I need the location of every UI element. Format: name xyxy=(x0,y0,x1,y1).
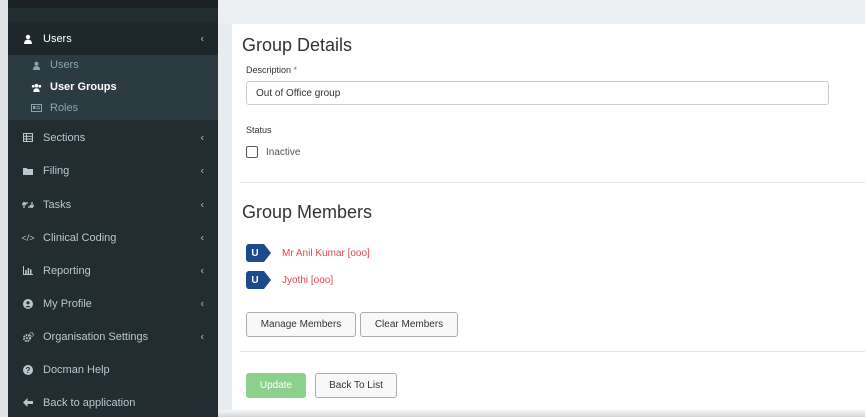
group-members-title: Group Members xyxy=(242,202,373,222)
sidebar-item-label: Tasks xyxy=(43,198,72,211)
chevron-left-icon: ‹ xyxy=(200,33,204,44)
inactive-label: Inactive xyxy=(266,146,301,158)
update-button[interactable]: Update xyxy=(246,373,306,398)
id-card-icon xyxy=(30,104,42,112)
sidebar-item-filing[interactable]: Filing ‹ xyxy=(8,154,218,187)
sidebar-item-label: Clinical Coding xyxy=(43,231,117,244)
back-to-list-button[interactable]: Back To List xyxy=(315,373,397,398)
sidebar-item-organisation-settings[interactable]: Organisation Settings ‹ xyxy=(8,320,218,353)
submenu-item-label: Roles xyxy=(50,102,79,114)
sidebar-item-clinical-coding[interactable]: </> Clinical Coding ‹ xyxy=(8,221,218,254)
sidebar-item-docman-help[interactable]: ? Docman Help xyxy=(8,353,218,386)
sidebar-item-my-profile[interactable]: My Profile ‹ xyxy=(8,287,218,320)
sidebar-item-label: My Profile xyxy=(43,297,92,310)
chevron-left-icon: ‹ xyxy=(200,331,204,342)
bottom-edge xyxy=(218,410,865,417)
sidebar-item-tasks[interactable]: Tasks ‹ xyxy=(8,188,218,221)
chevron-left-icon: ‹ xyxy=(200,265,204,276)
bar-chart-icon xyxy=(22,266,34,275)
top-header-strip xyxy=(218,0,865,24)
sidebar-item-label: Filing xyxy=(43,164,70,177)
member-item: U Mr Anil Kumar [ooo] xyxy=(246,244,370,262)
main-content-panel: Group Details Description * Status Inact… xyxy=(232,24,865,417)
sidebar: Users ‹ Users User Groups Roles Sections… xyxy=(8,0,218,417)
submenu-item-label: User Groups xyxy=(50,81,117,93)
chevron-left-icon: ‹ xyxy=(200,232,204,243)
table-icon xyxy=(22,133,34,142)
chevron-left-icon: ‹ xyxy=(200,298,204,309)
question-circle-icon: ? xyxy=(22,364,34,375)
sidebar-item-label: Sections xyxy=(43,131,86,144)
user-type-badge: U xyxy=(246,244,272,262)
clear-members-button[interactable]: Clear Members xyxy=(360,312,458,337)
sidebar-item-label: Reporting xyxy=(43,264,91,277)
group-details-title: Group Details xyxy=(242,35,353,55)
user-icon xyxy=(30,61,42,70)
member-link[interactable]: Jyothi [ooo] xyxy=(282,275,333,286)
user-type-badge: U xyxy=(246,271,272,289)
arrow-left-icon xyxy=(22,398,34,407)
sidebar-item-label: Users xyxy=(43,32,72,45)
chevron-left-icon: ‹ xyxy=(200,132,204,143)
code-icon: </> xyxy=(21,232,35,243)
submenu-item-label: Users xyxy=(50,59,79,71)
sidebar-gutter: Users ‹ Users User Groups Roles Sections… xyxy=(0,0,218,417)
sidebar-item-users[interactable]: Users ‹ xyxy=(8,22,218,55)
sidebar-item-label: Organisation Settings xyxy=(43,330,149,343)
submenu-item-users[interactable]: Users xyxy=(8,57,218,73)
folder-icon xyxy=(22,167,34,175)
sidebar-item-back-to-application[interactable]: Back to application xyxy=(8,386,218,417)
member-item: U Jyothi [ooo] xyxy=(246,271,333,289)
sidebar-item-reporting[interactable]: Reporting ‹ xyxy=(8,254,218,287)
users-icon xyxy=(30,83,42,92)
inactive-checkbox-row[interactable]: Inactive xyxy=(246,146,300,158)
submenu-item-user-groups[interactable]: User Groups xyxy=(8,79,218,95)
description-label: Description * xyxy=(246,65,298,75)
sidebar-item-label: Back to application xyxy=(43,396,136,409)
status-label: Status xyxy=(246,125,272,135)
user-icon xyxy=(22,34,34,44)
chevron-left-icon: ‹ xyxy=(200,199,204,210)
chevron-left-icon: ‹ xyxy=(200,165,204,176)
users-submenu: Users User Groups Roles xyxy=(8,55,218,120)
section-divider xyxy=(240,182,865,183)
required-marker: * xyxy=(293,65,298,75)
user-circle-icon xyxy=(22,298,34,309)
retweet-icon xyxy=(22,200,34,209)
sidebar-item-label: Docman Help xyxy=(43,363,110,376)
sidebar-top-bar xyxy=(8,0,218,8)
manage-members-button[interactable]: Manage Members xyxy=(246,312,356,337)
svg-text:?: ? xyxy=(26,366,31,375)
submenu-item-roles[interactable]: Roles xyxy=(8,100,218,116)
member-link[interactable]: Mr Anil Kumar [ooo] xyxy=(282,248,370,259)
inactive-checkbox[interactable] xyxy=(246,146,258,158)
cogs-icon xyxy=(22,331,34,342)
description-input[interactable] xyxy=(246,81,829,105)
sidebar-item-sections[interactable]: Sections ‹ xyxy=(8,121,218,154)
section-divider xyxy=(240,351,865,352)
